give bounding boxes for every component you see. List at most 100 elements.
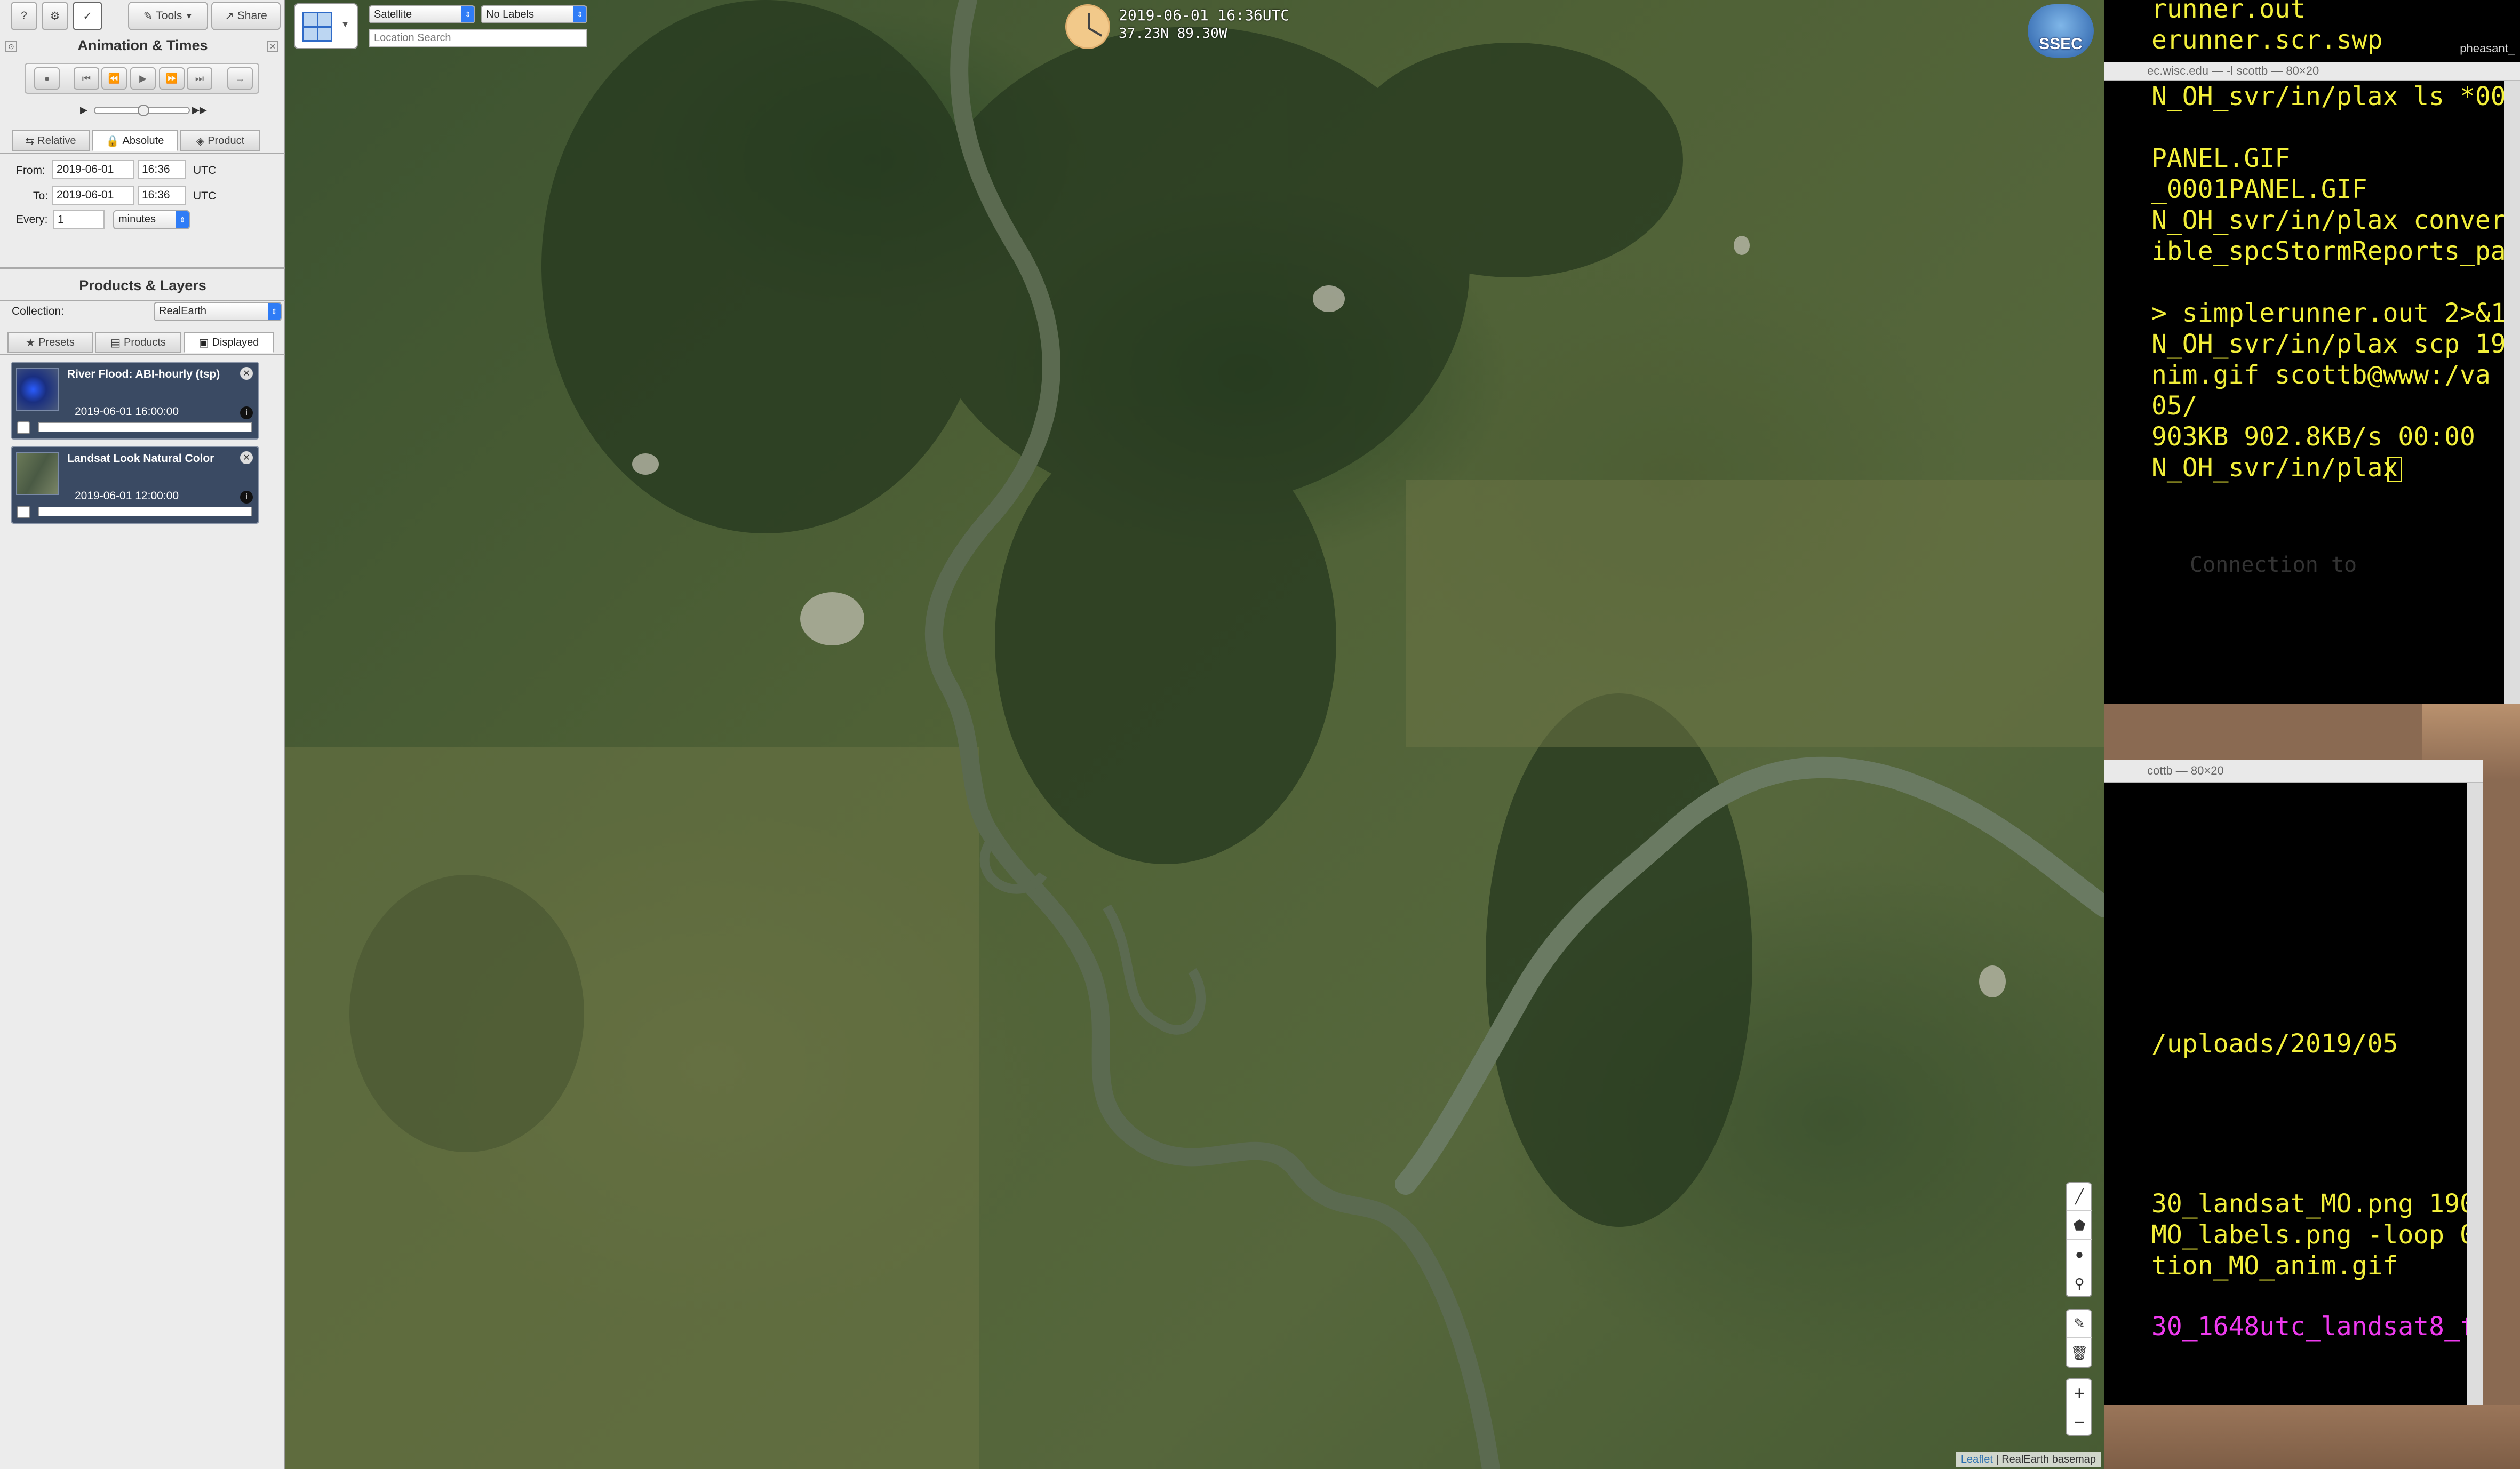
terminal-line: tion_MO_anim.gif: [2151, 1251, 2398, 1281]
terminal-scrollbar[interactable]: [2504, 81, 2520, 704]
location-search-input[interactable]: [369, 29, 587, 47]
confirm-button[interactable]: ✓: [73, 2, 102, 30]
play-icon: ▶: [139, 73, 147, 84]
divider: [0, 153, 285, 154]
speed-slow-icon: ▶: [80, 105, 87, 115]
layer-card-river-flood[interactable]: River Flood: ABI-hourly (tsp) 2019-06-01…: [11, 362, 259, 440]
info-icon[interactable]: i: [240, 491, 253, 504]
checkmark-icon: ✓: [83, 10, 92, 22]
relative-icon: ⇆: [25, 135, 35, 147]
tab-presets[interactable]: ★ Presets: [7, 332, 93, 353]
close-icon[interactable]: ✕: [240, 367, 253, 380]
terminal-line: > simplerunner.out 2>&1: [2151, 298, 2506, 328]
to-time-input[interactable]: 16:36: [138, 186, 186, 205]
terminal-line: 30_landsat_MO.png 190: [2151, 1189, 2475, 1219]
export-button[interactable]: →: [227, 67, 253, 90]
terminal-line: /uploads/2019/05: [2151, 1029, 2398, 1059]
leaflet-link[interactable]: Leaflet: [1961, 1454, 1993, 1465]
share-button[interactable]: ↗ Share: [211, 2, 281, 30]
last-frame-button[interactable]: ⏭: [187, 67, 212, 90]
speed-slider[interactable]: [94, 105, 190, 116]
info-icon[interactable]: i: [240, 406, 253, 419]
tools-button[interactable]: ✎ Tools ▼: [128, 2, 208, 30]
first-frame-button[interactable]: ⏮: [74, 67, 99, 90]
satellite-map[interactable]: ▼ Satellite ⇕ No Labels ⇕ 2019-06-01 16:36…: [285, 0, 2104, 1469]
fast-forward-icon: ⏩: [165, 73, 178, 84]
terminal-top-lines: runner.out erunner.scr.swp N_OH_svr/in/p…: [2147, 0, 2520, 704]
help-button[interactable]: ?: [11, 2, 37, 30]
tab-products[interactable]: ▤ Products: [95, 332, 181, 353]
terminal-line: _0001PANEL.GIF: [2151, 174, 2367, 204]
terminal-line: N_OH_svr/in/plax scp 190: [2151, 329, 2520, 359]
rewind-icon: ⏪: [108, 73, 121, 84]
terminal-window-top[interactable]: ec.wisc.edu — -l scottb — 80×20 pheasant…: [2104, 0, 2520, 704]
tab-product[interactable]: ◈ Product: [180, 130, 260, 151]
divider: [0, 267, 285, 269]
to-label: To:: [33, 190, 49, 202]
draw-polygon-icon[interactable]: ⬟: [2067, 1212, 2092, 1240]
zoom-out-button[interactable]: −: [2067, 1408, 2092, 1436]
tab-displayed[interactable]: ▣ Displayed: [184, 332, 274, 353]
collection-select[interactable]: RealEarth ⇕: [154, 302, 282, 321]
terminal-prompt: N_OH_svr/in/plax: [2151, 453, 2398, 483]
layer-title: River Flood: ABI-hourly (tsp): [67, 368, 220, 380]
every-unit-select[interactable]: minutes ⇕: [113, 210, 190, 229]
layer-opacity-slider[interactable]: [38, 422, 252, 432]
terminal-scrollbar[interactable]: [2467, 783, 2483, 1405]
grid-icon: [302, 12, 332, 42]
terminal-line: runner.out: [2151, 0, 2306, 24]
star-icon: ★: [26, 337, 36, 349]
layer-visibility-checkbox[interactable]: [17, 421, 30, 434]
chevron-updown-icon: ⇕: [573, 6, 586, 22]
terminal-line: ible_spcStormReports_par: [2151, 236, 2520, 266]
draw-line-icon[interactable]: ╱: [2067, 1183, 2092, 1211]
terminal-bottom-lines: /uploads/2019/05 30_landsat_MO.png 190 M…: [2147, 783, 2483, 1405]
labels-value: No Labels: [486, 9, 535, 20]
zoom-control: + −: [2066, 1378, 2092, 1436]
to-date-input[interactable]: 2019-06-01: [52, 186, 134, 205]
terminal-faded-line: Connection to: [2190, 553, 2357, 577]
from-time-input[interactable]: 16:36: [138, 160, 186, 179]
tag-icon: ◈: [196, 135, 205, 147]
from-tz-label: UTC: [193, 164, 217, 177]
every-stepper[interactable]: 1: [53, 210, 105, 229]
layer-visibility-checkbox[interactable]: [17, 506, 30, 518]
trash-icon[interactable]: 🗑: [2067, 1339, 2092, 1367]
step-back-button[interactable]: ⏪: [101, 67, 127, 90]
tab-relative[interactable]: ⇆ Relative: [12, 130, 90, 151]
layer-opacity-slider[interactable]: [38, 507, 252, 516]
control-panel: ? ⚙ ✓ ✎ Tools ▼ ↗ Share Animation & Time…: [0, 0, 285, 1469]
collapse-icon[interactable]: ✕: [267, 41, 278, 52]
layer-thumbnail: [16, 452, 59, 495]
loop-button[interactable]: ●: [34, 67, 60, 90]
help-icon: ?: [21, 10, 27, 22]
close-icon[interactable]: ✕: [240, 451, 253, 464]
layer-switcher-button[interactable]: ▼: [294, 3, 358, 49]
speed-fast-icon: ▶▶: [192, 105, 207, 115]
settings-button[interactable]: ⚙: [42, 2, 68, 30]
terminal-line: PANEL.GIF: [2151, 143, 2291, 173]
draw-marker-icon[interactable]: ⚲: [2067, 1270, 2092, 1297]
edit-icon[interactable]: ✎: [2067, 1310, 2092, 1338]
tab-absolute[interactable]: 🔒 Absolute: [92, 130, 178, 151]
basemap-select[interactable]: Satellite ⇕: [369, 5, 475, 23]
terminal-window-bottom[interactable]: cottb — 80×20 /uploads/2019/05 30_landsa…: [2104, 760, 2483, 1405]
edit-toolbar: ✎ 🗑: [2066, 1309, 2092, 1368]
tools-label: Tools: [156, 10, 182, 22]
play-button[interactable]: ▶: [130, 67, 156, 90]
river-oxbow: [1103, 904, 1206, 1035]
desktop-background: [2104, 1405, 2520, 1469]
zoom-in-button[interactable]: +: [2067, 1379, 2092, 1407]
chevron-updown-icon: ⇕: [268, 303, 281, 320]
labels-select[interactable]: No Labels ⇕: [481, 5, 587, 23]
pin-icon[interactable]: ⊙: [5, 41, 17, 52]
draw-circle-icon[interactable]: ●: [2067, 1241, 2092, 1268]
speed-slider-handle[interactable]: [138, 105, 149, 116]
layer-card-landsat[interactable]: Landsat Look Natural Color 2019-06-01 12…: [11, 446, 259, 524]
basemap-value: Satellite: [374, 9, 412, 20]
divider: [0, 300, 285, 301]
terminal-line: erunner.scr.swp: [2151, 25, 2383, 55]
from-date-input[interactable]: 2019-06-01: [52, 160, 134, 179]
step-forward-button[interactable]: ⏩: [159, 67, 185, 90]
terminal-line: N_OH_svr/in/plax ls *000: [2151, 82, 2520, 111]
